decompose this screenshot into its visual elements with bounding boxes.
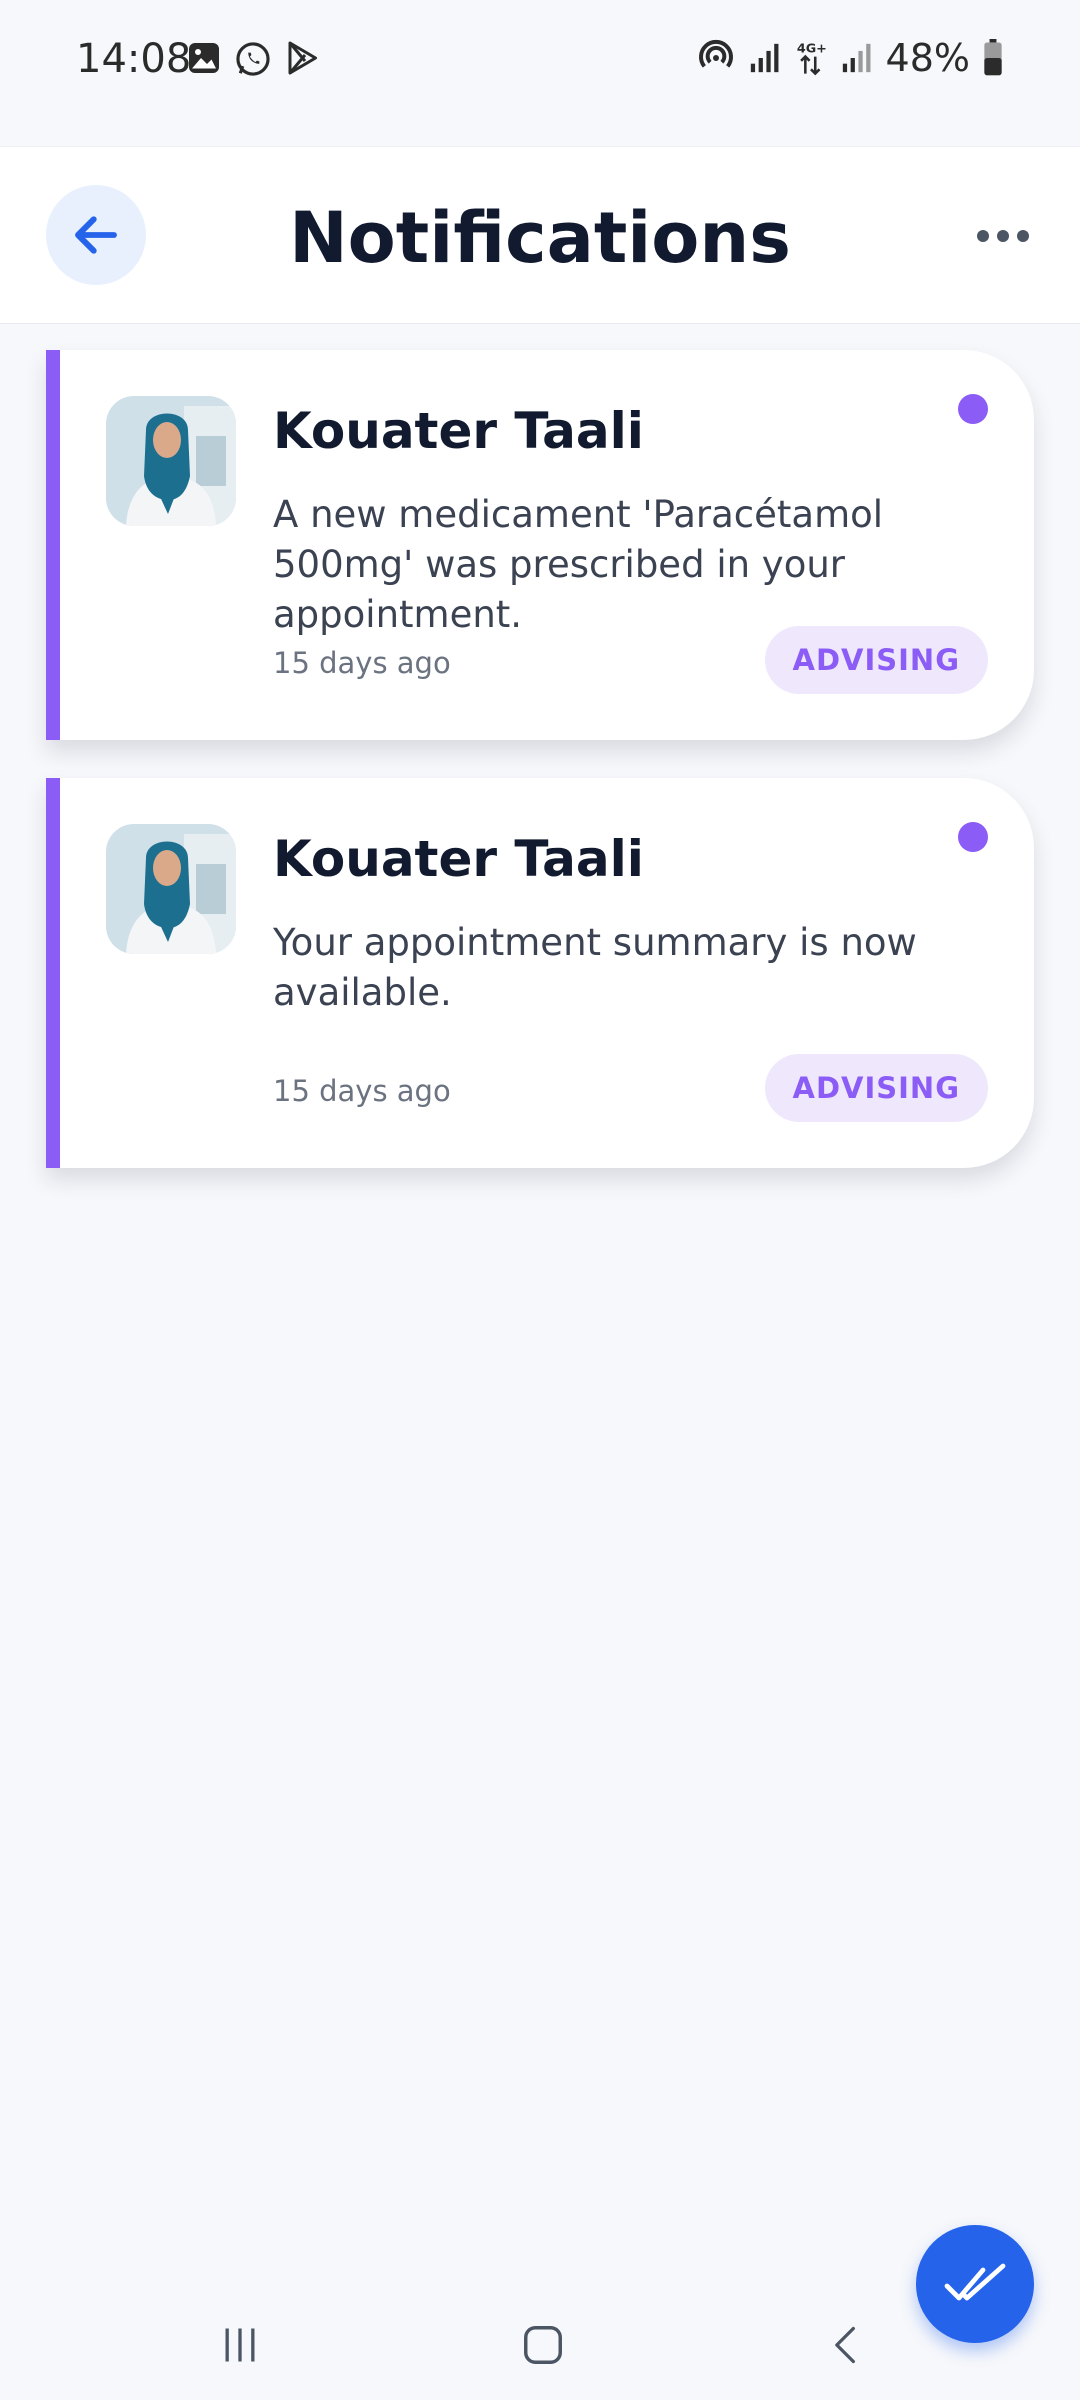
play-store-icon: [288, 41, 317, 75]
more-horizontal-icon: [977, 230, 1029, 242]
unread-indicator: [958, 394, 988, 424]
signal-icon: [842, 43, 870, 73]
unread-indicator: [958, 822, 988, 852]
battery-icon: [984, 39, 1002, 76]
notification-time: 15 days ago: [273, 646, 451, 680]
sender-name: Kouater Taali: [273, 402, 644, 460]
svg-text:4G+: 4G+: [796, 41, 826, 56]
sender-name: Kouater Taali: [273, 830, 644, 888]
status-time: 14:08: [76, 36, 192, 82]
system-nav-bar: [0, 2290, 1080, 2400]
home-button[interactable]: [503, 2310, 583, 2380]
home-icon: [524, 2326, 562, 2364]
back-nav-button[interactable]: [806, 2310, 886, 2380]
card-accent-bar: [46, 350, 60, 740]
hotspot-icon: [698, 39, 733, 68]
category-badge: ADVISING: [764, 626, 988, 694]
recents-button[interactable]: [200, 2310, 280, 2380]
more-options-button[interactable]: [966, 211, 1040, 261]
notification-card[interactable]: Kouater Taali Your appointment summary i…: [46, 778, 1034, 1168]
category-badge: ADVISING: [764, 1054, 988, 1122]
notification-message: A new medicament 'Paracétamol 500mg' was…: [273, 493, 884, 636]
gallery-icon: [189, 43, 219, 73]
card-accent-bar: [46, 778, 60, 1168]
page-title: Notifications: [289, 197, 791, 279]
status-right-icons: 4G+ 48%: [696, 36, 1004, 80]
notification-time: 15 days ago: [273, 1074, 451, 1108]
signal-icon: [750, 43, 778, 73]
back-icon: [835, 2326, 855, 2364]
4g-data-icon: 4G+: [796, 41, 826, 76]
avatar: [106, 396, 236, 526]
battery-percentage: 48%: [885, 36, 970, 80]
avatar: [106, 824, 236, 954]
status-left-icons: [186, 40, 320, 78]
app-header: Notifications: [0, 146, 1080, 324]
notification-card[interactable]: Kouater Taali A new medicament 'Paracéta…: [46, 350, 1034, 740]
notification-message: Your appointment summary is now availabl…: [273, 921, 917, 1014]
status-bar: 14:08 4G+ 48%: [0, 0, 1080, 146]
whatsapp-icon: [236, 42, 270, 76]
recents-icon: [225, 2328, 255, 2362]
